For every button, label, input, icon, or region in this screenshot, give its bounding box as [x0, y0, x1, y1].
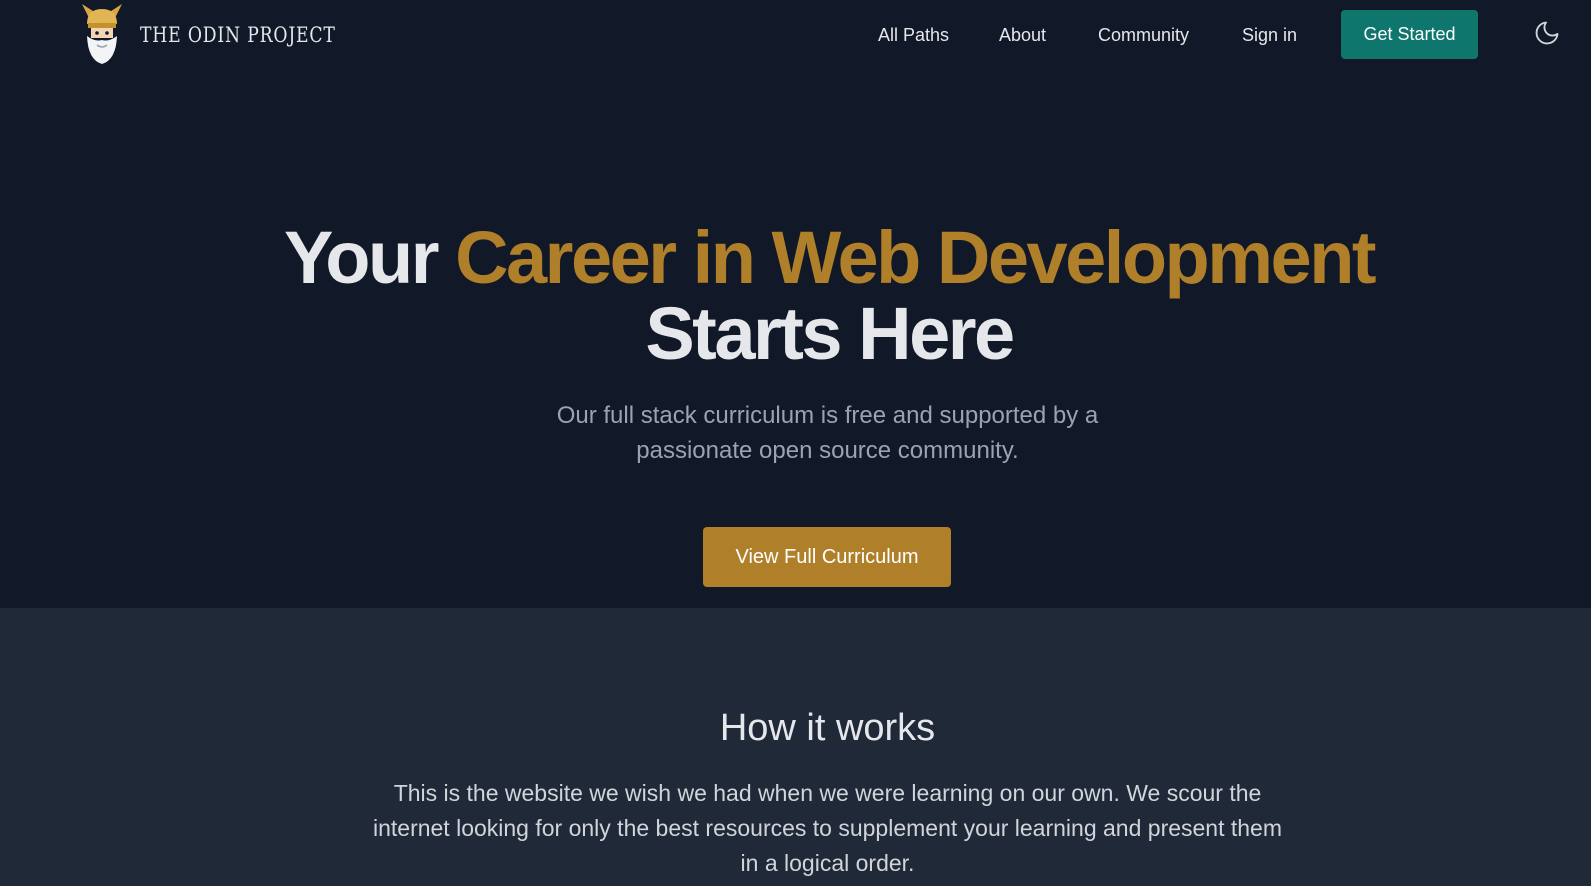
- moon-icon: [1533, 19, 1561, 52]
- how-it-works-text-line-2: internet looking for only the best resou…: [372, 815, 1283, 841]
- nav-link-about[interactable]: About: [999, 25, 1046, 46]
- how-it-works-section: How it works This is the website we wish…: [0, 608, 1591, 886]
- brand-name: THE ODIN PROJECT: [140, 23, 336, 47]
- nav-link-community[interactable]: Community: [1098, 25, 1189, 46]
- how-it-works-text-line-1: This is the website we wish we had when …: [393, 780, 1262, 806]
- theme-toggle-button[interactable]: [1532, 20, 1562, 50]
- home-logo-link[interactable]: THE ODIN PROJECT: [78, 2, 379, 69]
- hero-title-prefix: Your: [283, 216, 440, 299]
- nav-link-sign-in[interactable]: Sign in: [1242, 25, 1297, 46]
- hero-title-highlight: Career in Web Development: [455, 216, 1376, 299]
- how-it-works-title: How it works: [719, 707, 936, 749]
- how-it-works-text-line-3: in a logical order.: [740, 850, 915, 876]
- hero-subtitle: Our full stack curriculum is free and su…: [0, 398, 1591, 468]
- nav-link-all-paths[interactable]: All Paths: [878, 25, 949, 46]
- hero-title: Your Career in Web Development Starts He…: [0, 220, 1591, 372]
- hero-subtitle-line-1: Our full stack curriculum is free and su…: [556, 402, 1099, 429]
- hero-subtitle-line-2: passionate open source community.: [636, 437, 1019, 464]
- how-it-works-text: This is the website we wish we had when …: [345, 776, 1310, 881]
- get-started-button[interactable]: Get Started: [1341, 10, 1478, 59]
- top-navbar: THE ODIN PROJECT All Paths About Communi…: [0, 0, 1591, 72]
- odin-viking-head-icon: [78, 2, 126, 69]
- hero-title-suffix: Starts Here: [645, 292, 1015, 375]
- view-full-curriculum-button[interactable]: View Full Curriculum: [703, 527, 951, 587]
